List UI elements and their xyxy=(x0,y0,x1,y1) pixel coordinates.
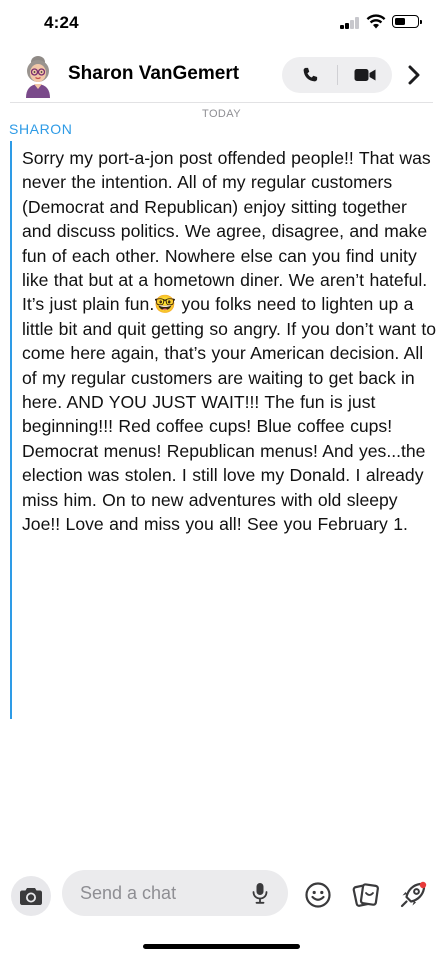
message-bubble[interactable]: Sorry my port-a-jon post offended people… xyxy=(10,141,436,719)
stickers-button[interactable] xyxy=(351,880,381,910)
video-icon xyxy=(354,69,375,81)
emoji-icon xyxy=(305,882,331,908)
games-button[interactable] xyxy=(398,880,428,910)
bitmoji-avatar[interactable] xyxy=(19,54,57,98)
composer-bar: Send a chat xyxy=(0,862,443,922)
home-indicator xyxy=(143,944,300,949)
chat-input-placeholder: Send a chat xyxy=(80,883,177,903)
camera-button[interactable] xyxy=(11,876,51,916)
rocket-icon xyxy=(400,881,427,908)
contact-name[interactable]: Sharon VanGemert xyxy=(68,63,239,85)
message-text: Sorry my port-a-jon post offended people… xyxy=(22,148,436,535)
voice-call-button[interactable] xyxy=(282,57,337,93)
call-buttons-group xyxy=(282,57,392,93)
chat-header: Sharon VanGemert xyxy=(0,46,443,104)
header-divider xyxy=(10,102,433,103)
emoji-button[interactable] xyxy=(303,880,333,910)
notification-dot xyxy=(419,881,427,889)
battery-icon xyxy=(392,15,422,28)
camera-icon xyxy=(20,888,42,905)
video-call-button[interactable] xyxy=(337,57,392,93)
phone-icon xyxy=(303,67,317,82)
chevron-right-icon xyxy=(408,65,420,85)
cellular-signal-icon xyxy=(340,17,360,29)
sender-label: SHARON xyxy=(9,121,73,137)
status-time: 4:24 xyxy=(44,13,79,32)
chat-input[interactable]: Send a chat xyxy=(62,870,288,916)
date-separator: TODAY xyxy=(202,108,241,120)
microphone-icon[interactable] xyxy=(252,882,268,904)
stickers-icon xyxy=(352,883,379,907)
chevron-right-button[interactable] xyxy=(404,59,424,91)
wifi-icon xyxy=(366,14,386,29)
status-bar: 4:24 xyxy=(0,0,443,46)
